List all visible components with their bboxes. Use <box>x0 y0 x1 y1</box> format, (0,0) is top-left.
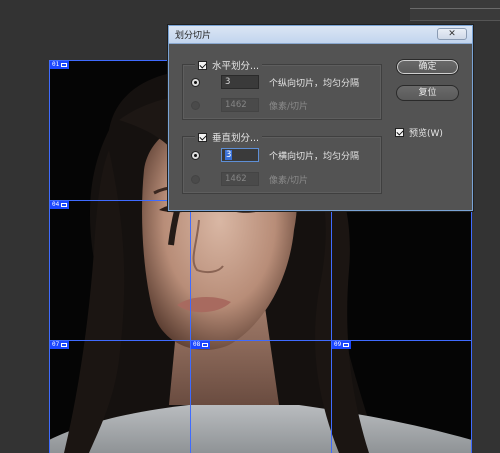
ok-button[interactable]: 确定 <box>396 59 459 75</box>
slice-image-icon <box>202 343 209 347</box>
slice-number: 01 <box>52 61 60 68</box>
slice-divider-horizontal-2 <box>49 340 472 341</box>
vertical-count-value: 3 <box>225 150 233 160</box>
horizontal-count-value: 3 <box>225 77 231 87</box>
close-icon: ✕ <box>448 29 456 39</box>
horizontal-count-radio[interactable] <box>191 78 200 87</box>
slice-number: 04 <box>52 201 60 208</box>
horizontal-count-input[interactable]: 3 <box>221 75 259 89</box>
slice-label-07[interactable]: 07 <box>50 341 70 349</box>
vertical-divide-toggle[interactable]: 垂直划分... <box>195 130 263 144</box>
vertical-pixel-value: 1462 <box>225 174 247 184</box>
vertical-divide-label: 垂直划分... <box>212 133 260 144</box>
vertical-pixel-suffix: 像素/切片 <box>269 176 309 186</box>
slice-image-icon <box>343 343 350 347</box>
vertical-count-input[interactable]: 3 <box>221 148 259 162</box>
dialog-title: 划分切片 <box>175 31 212 41</box>
vertical-pixel-input[interactable]: 1462 <box>221 172 259 186</box>
slice-label-04[interactable]: 04 <box>50 201 70 209</box>
vertical-count-suffix: 个横向切片，均匀分隔 <box>269 152 360 162</box>
horizontal-divide-label: 水平划分... <box>212 61 260 72</box>
preview-checkbox[interactable] <box>395 128 404 137</box>
slice-label-08[interactable]: 08 <box>191 341 211 349</box>
workspace-canvas: 01 04 07 08 09 划分切片 ✕ 水平划分... 3 个纵向切片，均匀… <box>0 0 500 453</box>
horizontal-pixel-suffix: 像素/切片 <box>269 102 309 112</box>
slice-label-01[interactable]: 01 <box>50 61 70 69</box>
slice-number: 09 <box>334 341 342 348</box>
slice-label-09[interactable]: 09 <box>332 341 352 349</box>
horizontal-divide-toggle[interactable]: 水平划分... <box>195 58 263 72</box>
slice-border-left <box>49 60 50 453</box>
preview-toggle[interactable]: 预览(W) <box>395 126 443 139</box>
horizontal-pixel-radio[interactable] <box>191 101 200 110</box>
dialog-titlebar[interactable]: 划分切片 ✕ <box>169 26 472 44</box>
preview-label: 预览(W) <box>409 129 443 139</box>
horizontal-count-suffix: 个纵向切片，均匀分隔 <box>269 79 360 89</box>
horizontal-divide-group: 水平划分... 3 个纵向切片，均匀分隔 1462 像素/切片 <box>182 58 382 120</box>
slice-image-icon <box>61 203 68 207</box>
horizontal-divide-checkbox[interactable] <box>198 60 207 70</box>
reset-button[interactable]: 复位 <box>396 85 459 101</box>
vertical-pixel-radio[interactable] <box>191 175 200 184</box>
divide-slice-dialog: 划分切片 ✕ 水平划分... 3 个纵向切片，均匀分隔 1462 像素/切片 垂… <box>168 25 473 211</box>
panel-strip <box>410 0 500 21</box>
slice-image-icon <box>61 343 68 347</box>
vertical-count-radio[interactable] <box>191 151 200 160</box>
slice-number: 08 <box>193 341 201 348</box>
slice-number: 07 <box>52 341 60 348</box>
vertical-divide-checkbox[interactable] <box>198 132 207 142</box>
horizontal-pixel-value: 1462 <box>225 100 247 110</box>
slice-image-icon <box>61 63 68 67</box>
horizontal-pixel-input[interactable]: 1462 <box>221 98 259 112</box>
vertical-divide-group: 垂直划分... 3 个横向切片，均匀分隔 1462 像素/切片 <box>182 130 382 194</box>
close-button[interactable]: ✕ <box>437 28 467 40</box>
